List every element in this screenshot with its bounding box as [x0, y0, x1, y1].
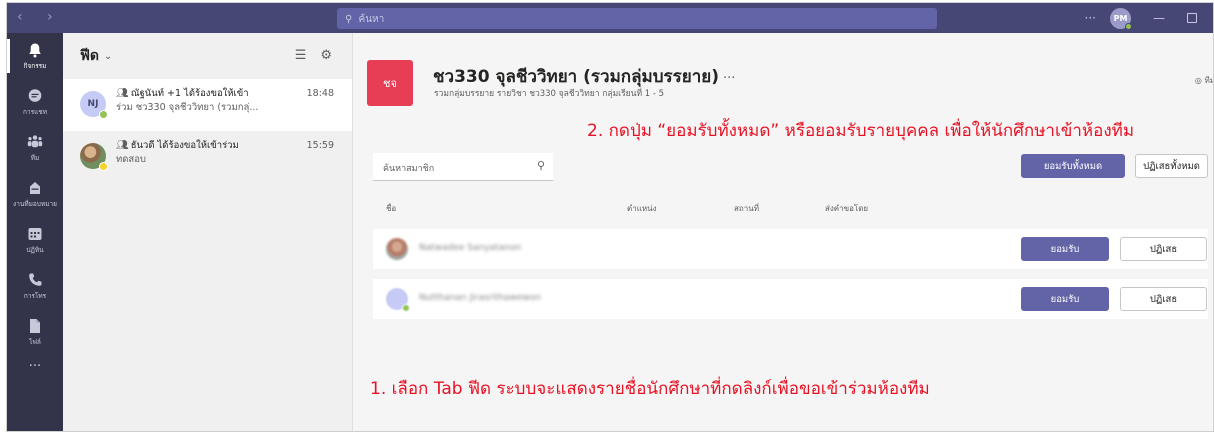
app-bar-chat[interactable]: การแชท	[7, 79, 63, 125]
app-bar-activity[interactable]: กิจกรรม	[7, 33, 63, 79]
presence-available-icon	[402, 304, 410, 312]
feed-item-line2: ร่วม ชว330 จุลชีววิทยา (รวมกลุ่...	[116, 102, 259, 113]
user-initials: PM	[1113, 13, 1128, 23]
more-options-icon[interactable]: ···	[1085, 11, 1096, 25]
team-more-icon[interactable]: ···	[723, 71, 735, 86]
feed-item[interactable]: 👥︎ ธันวดี ได้ร้องขอให้เข้าร่วม ทดสอบ 15:5…	[63, 131, 352, 183]
team-title-text: ชว330 จุลชีววิทยา (รวมกลุ่มบรรยาย)	[433, 67, 719, 87]
more-apps-icon[interactable]: ···	[7, 359, 63, 374]
team-logo: ชจ	[367, 60, 413, 106]
minimize-button[interactable]: —	[1153, 11, 1165, 25]
search-icon: ⚲	[536, 159, 545, 172]
bell-icon	[29, 43, 41, 57]
feed-actions: ☰ ⚙	[295, 48, 332, 63]
annotation-step-1: 1. เลือก Tab ฟีด ระบบจะแสดงรายชื่อนักศึก…	[370, 379, 930, 399]
feed-panel: ฟีด ⌄ ☰ ⚙ NJ 👥︎ ณัฐนันท์ +1 ได้ร้องขอให้เ…	[63, 33, 353, 431]
member-search-placeholder: ค้นหาสมาชิก	[383, 164, 435, 174]
presence-away-icon	[99, 162, 108, 171]
assignments-icon	[30, 181, 40, 194]
member-search-input[interactable]: ค้นหาสมาชิก ⚲	[373, 153, 553, 181]
phone-icon	[29, 273, 42, 286]
accept-button[interactable]: ยอมรับ	[1021, 237, 1109, 261]
team-view-link[interactable]: ◎ ทีม	[1195, 74, 1213, 87]
table-row: Nutthanan Jirasrithawewon ยอมรับ ปฏิเสธ	[373, 279, 1208, 319]
main-content: ชจ ชว330 จุลชีววิทยา (รวมกลุ่มบรรยาย) ···…	[354, 33, 1213, 431]
column-header-name: ชื่อ	[386, 204, 397, 213]
feed-item-time: 18:48	[306, 88, 334, 99]
reject-all-button[interactable]: ปฏิเสธทั้งหมด	[1135, 154, 1208, 178]
feed-item-line1: ธันวดี ได้ร้องขอให้เข้าร่วม	[130, 140, 239, 151]
presence-available-icon	[99, 110, 108, 119]
team-subtitle: รวมกลุ่มบรรยาย รายวิชา ชว330 จุลชีววิทยา…	[434, 89, 665, 99]
app-bar-files[interactable]: ไฟล์	[7, 309, 63, 355]
annotation-step-2: 2. กดปุ่ม “ยอมรับทั้งหมด” หรือยอมรับรายบ…	[587, 121, 1135, 141]
avatar	[386, 238, 408, 260]
user-avatar[interactable]: PM	[1110, 7, 1132, 30]
accept-button[interactable]: ยอมรับ	[1021, 287, 1109, 311]
feed-item-text: 👥︎ ณัฐนันท์ +1 ได้ร้องขอให้เข้า ร่วม ชว33…	[116, 87, 292, 131]
app-bar: กิจกรรม การแชท ทีม งานที่มอบหมาย ปฏิทิน …	[7, 33, 63, 431]
app-bar-assignments[interactable]: งานที่มอบหมาย	[7, 171, 63, 217]
search-placeholder: ค้นหา	[358, 14, 385, 25]
app-bar-label: ปฏิทิน	[26, 245, 44, 254]
title-bar: ‹ › ⚲ ค้นหา ··· PM —	[7, 3, 1213, 33]
feed-item[interactable]: NJ 👥︎ ณัฐนันท์ +1 ได้ร้องขอให้เข้า ร่วม ช…	[63, 79, 352, 131]
feed-item-line2: ทดสอบ	[116, 154, 146, 165]
title-bar-controls: ··· PM —	[1085, 3, 1213, 33]
table-row: Natwadee Sanyatanon ยอมรับ ปฏิเสธ	[373, 229, 1208, 269]
pending-requests-panel: ค้นหาสมาชิก ⚲ ยอมรับทั้งหมด ปฏิเสธทั้งหม…	[373, 144, 1208, 329]
column-header-title: ตำแหน่ง	[627, 204, 657, 213]
avatar: NJ	[80, 91, 108, 119]
chevron-down-icon[interactable]: ⌄	[104, 51, 112, 62]
search-icon: ⚲	[345, 14, 353, 25]
app-bar-label: กิจกรรม	[23, 61, 47, 70]
calendar-icon	[28, 227, 42, 240]
app-bar-label: ทีม	[30, 153, 40, 162]
column-header-requested-by: ส่งคำขอโดย	[825, 204, 869, 213]
member-name: Nutthanan Jirasrithawewon	[419, 293, 541, 303]
gear-icon[interactable]: ⚙	[320, 48, 332, 63]
person-add-icon: 👥︎	[116, 140, 129, 151]
avatar	[80, 143, 108, 171]
teams-icon	[27, 134, 43, 147]
app-bar-label: ไฟล์	[29, 337, 41, 346]
reject-button[interactable]: ปฏิเสธ	[1120, 287, 1207, 311]
person-add-icon: 👥︎	[116, 88, 129, 99]
file-icon	[30, 318, 40, 333]
presence-available-icon	[1125, 22, 1132, 30]
feed-item-text: 👥︎ ธันวดี ได้ร้องขอให้เข้าร่วม ทดสอบ	[116, 139, 292, 183]
app-bar-label: งานที่มอบหมาย	[13, 199, 57, 208]
app-bar-label: การแชท	[23, 107, 47, 116]
member-name: Natwadee Sanyatanon	[419, 243, 522, 253]
app-bar-calendar[interactable]: ปฏิทิน	[7, 217, 63, 263]
chat-icon	[28, 88, 42, 102]
app-bar-teams[interactable]: ทีม	[7, 125, 63, 171]
maximize-button[interactable]	[1187, 13, 1197, 23]
feed-item-time: 15:59	[306, 140, 334, 151]
feed-item-line1: ณัฐนันท์ +1 ได้ร้องขอให้เข้า	[130, 88, 249, 99]
accept-all-button[interactable]: ยอมรับทั้งหมด	[1021, 154, 1125, 178]
feed-header: ฟีด ⌄ ☰ ⚙	[63, 33, 352, 79]
global-search-input[interactable]: ⚲ ค้นหา	[337, 8, 937, 29]
avatar-initials: NJ	[87, 99, 99, 109]
app-bar-label: การโทร	[23, 291, 47, 300]
avatar	[386, 288, 410, 312]
history-nav-arrows[interactable]: ‹ ›	[17, 9, 63, 25]
teams-window: ‹ › ⚲ ค้นหา ··· PM — กิจกรรม การแชท ทีม	[6, 2, 1214, 432]
reject-button[interactable]: ปฏิเสธ	[1120, 237, 1207, 261]
app-bar-calls[interactable]: การโทร	[7, 263, 63, 309]
filter-icon[interactable]: ☰	[295, 48, 307, 63]
feed-title[interactable]: ฟีด	[80, 45, 99, 67]
column-header-location: สถานที่	[734, 204, 759, 213]
